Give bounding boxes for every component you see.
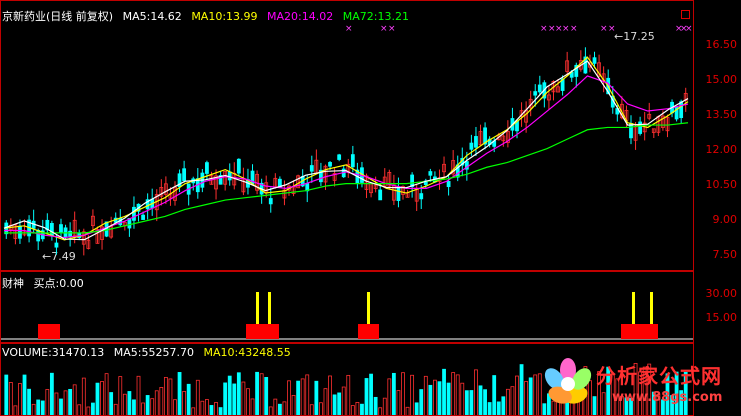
price-tick: 7.50	[712, 248, 738, 261]
watermark-url: www.88gs.com	[612, 390, 723, 405]
price-tick: 16.50	[705, 38, 738, 51]
indicator-axis: 30.00 15.00	[693, 271, 741, 343]
flower-logo-icon	[544, 358, 592, 404]
price-frame	[0, 0, 694, 271]
indicator-tick: 15.00	[705, 311, 738, 324]
price-tick: 15.00	[705, 73, 738, 86]
indicator-frame	[0, 271, 694, 343]
price-tick: 9.00	[712, 213, 738, 226]
watermark-name: 分析家公式网	[596, 364, 722, 388]
watermark-logo: 分析家公式网 www.88gs.com	[540, 356, 740, 414]
price-tick: 12.00	[705, 143, 738, 156]
price-tick: 10.50	[705, 178, 738, 191]
indicator-tick: 30.00	[705, 287, 738, 300]
price-tick: 13.50	[705, 108, 738, 121]
price-axis: 16.50 15.00 13.50 12.00 10.50 9.00 7.50	[693, 0, 741, 271]
